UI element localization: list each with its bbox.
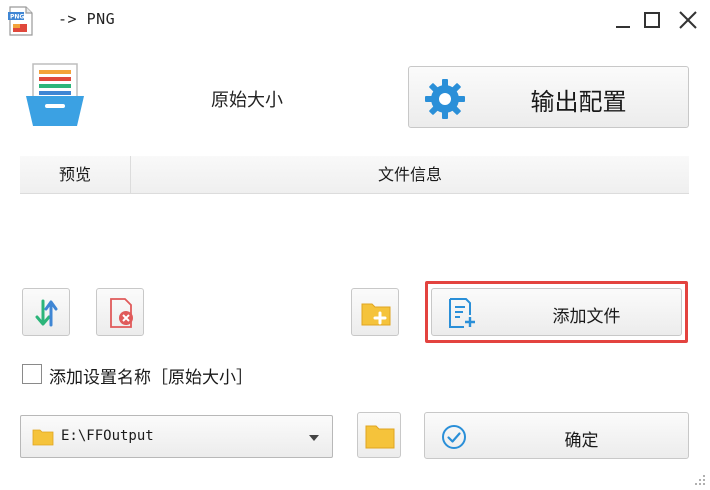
column-header-file-info[interactable]: 文件信息 [131, 156, 689, 194]
window-title: -> PNG [58, 10, 116, 28]
output-path-dropdown[interactable]: E:\FFOutput [20, 415, 333, 458]
folder-icon [32, 429, 54, 446]
add-setting-name-checkbox[interactable] [22, 364, 42, 384]
maximize-icon[interactable] [640, 8, 664, 32]
close-icon[interactable] [676, 8, 700, 32]
minimize-icon[interactable] [611, 8, 635, 32]
title-bar: PNG -> PNG [0, 0, 710, 40]
open-folder-icon [365, 425, 395, 449]
confirm-button[interactable]: 确定 [424, 412, 689, 459]
app-window: PNG -> PNG 原始大小 输出配置 预览 文件信息 添加文件 添加设置名称… [0, 0, 710, 490]
sort-button[interactable] [22, 288, 70, 336]
png-file-icon: PNG [8, 6, 33, 36]
file-list[interactable]: 预览 文件信息 [20, 156, 689, 264]
column-header-preview[interactable]: 预览 [20, 156, 131, 194]
sort-icon [35, 299, 58, 327]
browse-folder-button[interactable] [357, 412, 401, 458]
add-setting-name-label[interactable]: 添加设置名称［原始大小］ [49, 363, 253, 388]
file-list-drawer-icon [26, 63, 84, 126]
add-folder-icon [361, 303, 391, 326]
check-circle-icon [442, 425, 466, 449]
output-settings-button[interactable]: 输出配置 [408, 66, 689, 128]
add-file-highlight-box [425, 281, 688, 343]
size-label: 原始大小 [211, 90, 283, 111]
resize-grip-icon[interactable] [692, 472, 706, 486]
file-list-header: 预览 文件信息 [20, 156, 689, 194]
output-path-value: E:\FFOutput [61, 428, 154, 444]
add-folder-button[interactable] [351, 288, 399, 336]
svg-text:PNG: PNG [10, 14, 24, 21]
confirm-label: 确定 [564, 431, 599, 451]
remove-file-icon [110, 298, 133, 328]
remove-file-button[interactable] [96, 288, 144, 336]
chevron-down-icon [309, 435, 319, 441]
output-settings-label: 输出配置 [530, 88, 627, 116]
